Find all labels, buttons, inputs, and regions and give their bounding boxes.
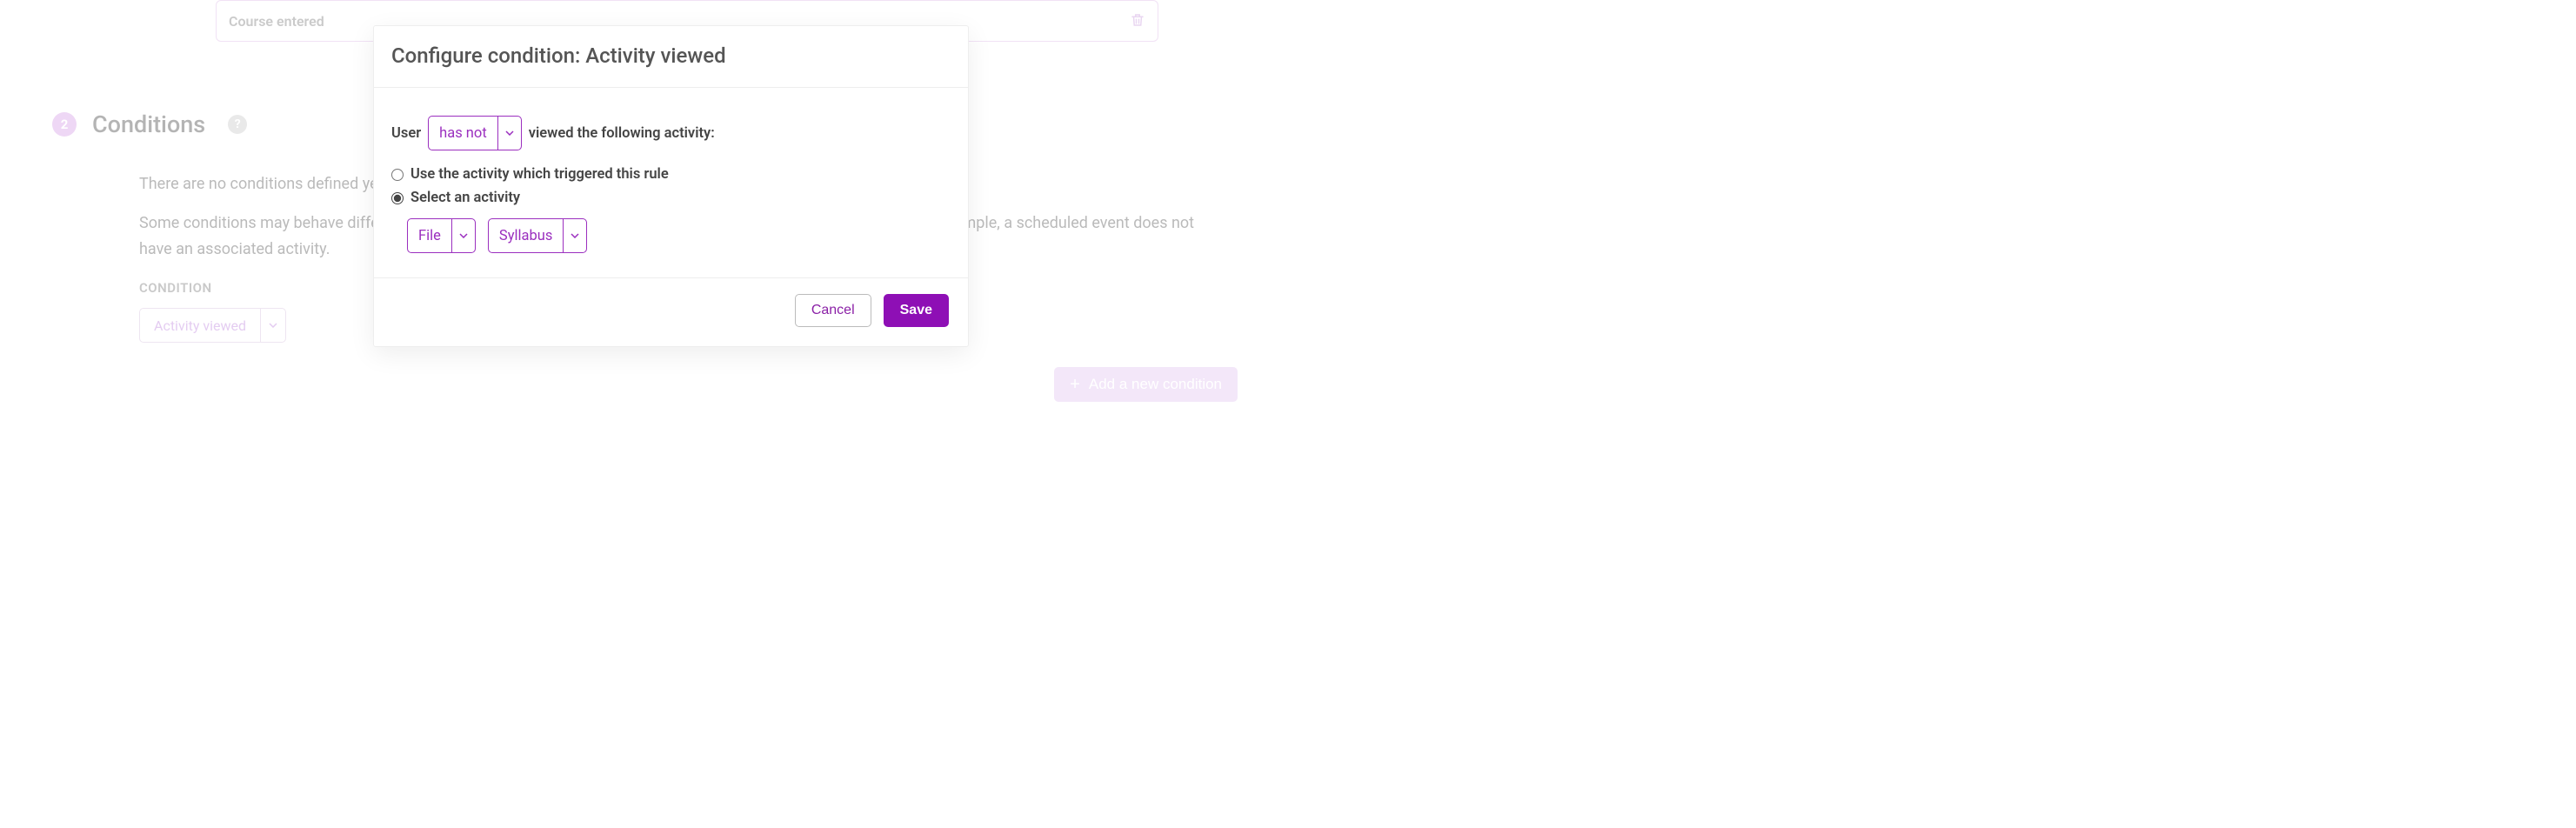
sentence-user-label: User (391, 125, 421, 142)
activity-instance-value: Syllabus (489, 219, 564, 252)
step-title: Conditions (92, 110, 205, 138)
activity-instance-select[interactable]: Syllabus (488, 218, 587, 253)
radio-select-activity-input[interactable] (391, 192, 404, 204)
course-entered-label: Course entered (229, 13, 324, 30)
cancel-button[interactable]: Cancel (795, 294, 871, 327)
sentence-suffix: viewed the following activity: (529, 125, 715, 142)
has-not-value: has not (429, 117, 498, 150)
activity-type-select[interactable]: File (407, 218, 476, 253)
radio-select-activity-label: Select an activity (410, 190, 520, 206)
has-not-select[interactable]: has not (428, 116, 522, 150)
add-condition-button[interactable]: + Add a new condition (1054, 367, 1238, 402)
plus-icon: + (1070, 376, 1080, 393)
step-number-badge: 2 (52, 112, 77, 137)
condition-heading: CONDITION (139, 280, 212, 296)
save-button[interactable]: Save (884, 294, 949, 327)
modal-footer: Cancel Save (374, 277, 968, 346)
radio-select-activity[interactable]: Select an activity (391, 190, 951, 206)
chevron-down-icon (261, 323, 285, 328)
modal-header: Configure condition: Activity viewed (374, 26, 968, 88)
add-condition-label: Add a new condition (1089, 376, 1222, 393)
chevron-down-icon (564, 219, 586, 252)
radio-use-trigger-activity[interactable]: Use the activity which triggered this ru… (391, 166, 951, 183)
help-icon[interactable]: ? (228, 115, 247, 134)
step-header: 2 Conditions ? (52, 110, 247, 138)
chevron-down-icon (498, 117, 521, 150)
radio-use-trigger-label: Use the activity which triggered this ru… (410, 166, 669, 183)
configure-condition-modal: Configure condition: Activity viewed Use… (373, 25, 969, 347)
radio-use-trigger-input[interactable] (391, 169, 404, 181)
condition-type-value: Activity viewed (140, 309, 261, 342)
trash-icon[interactable] (1130, 12, 1145, 30)
step-number: 2 (61, 117, 69, 132)
chevron-down-icon (452, 219, 475, 252)
modal-title: Configure condition: Activity viewed (391, 43, 951, 68)
modal-body: User has not viewed the following activi… (374, 88, 968, 277)
condition-type-select[interactable]: Activity viewed (139, 308, 286, 343)
activity-type-value: File (408, 219, 452, 252)
